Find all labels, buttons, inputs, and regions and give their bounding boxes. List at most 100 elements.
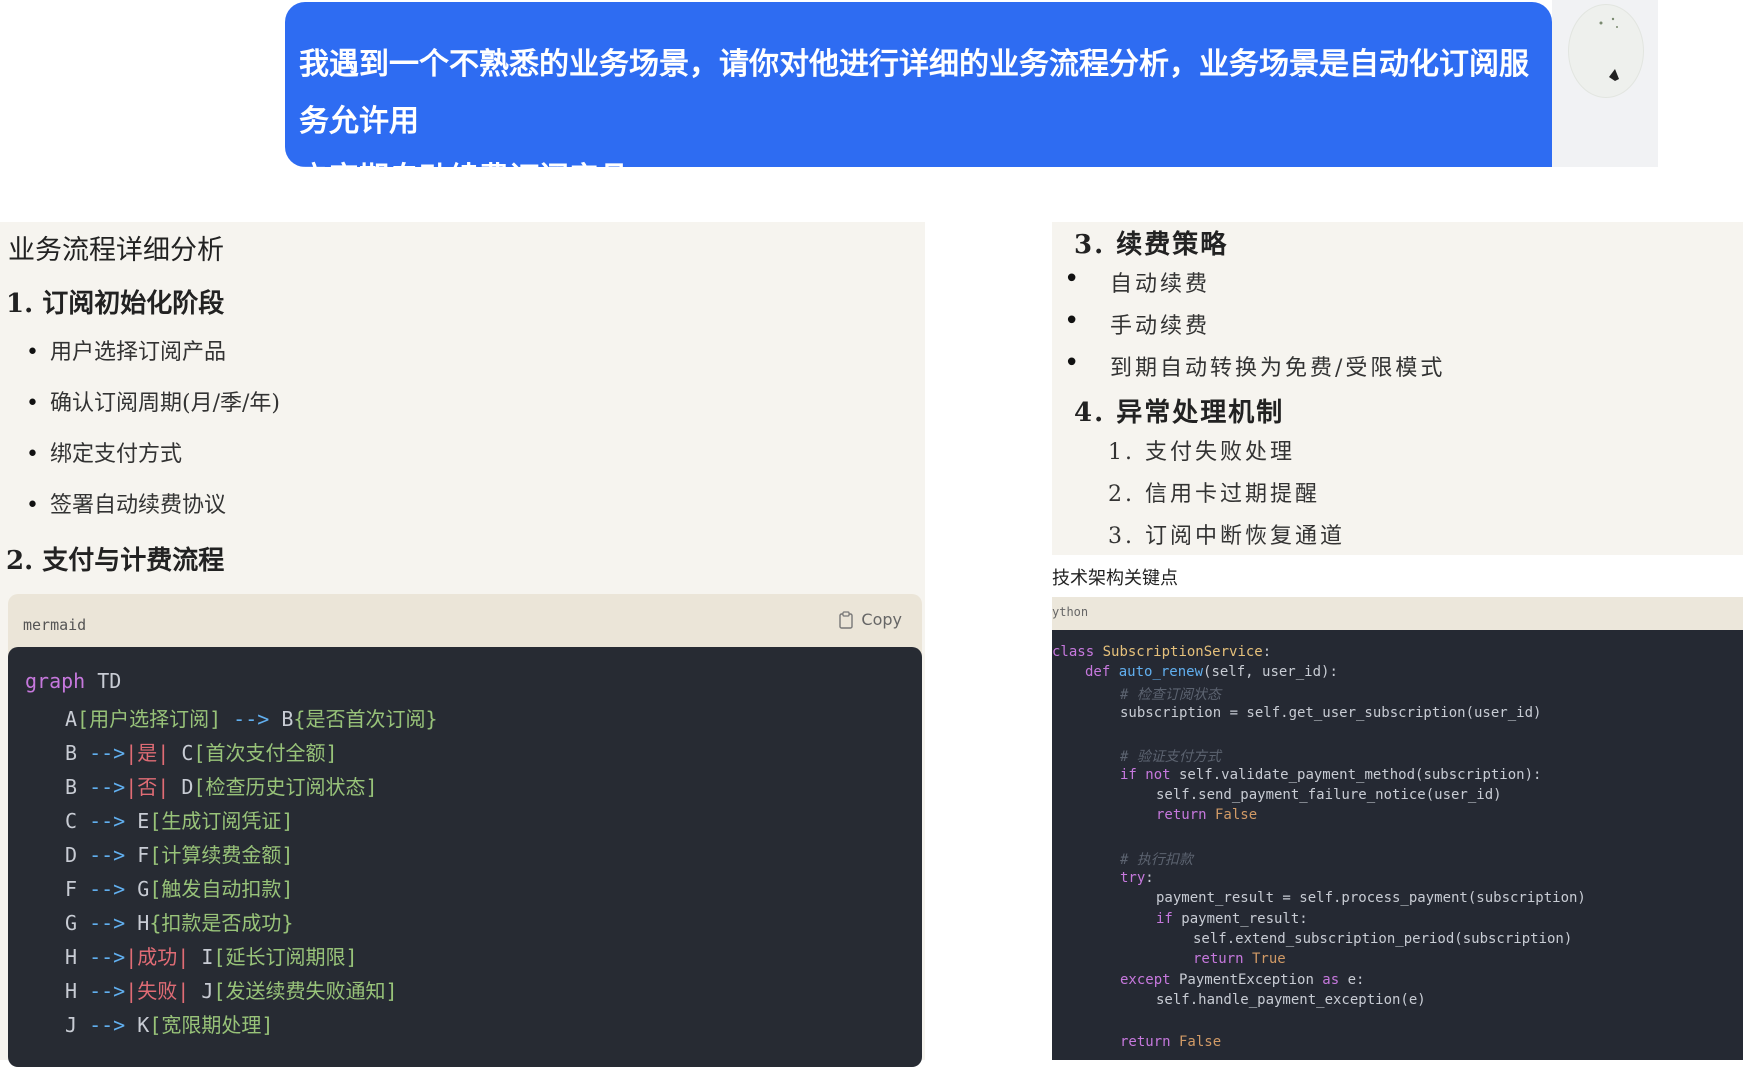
code-token-dst: I [189, 945, 214, 969]
code-token-dst-node: {扣款是否成功} [149, 911, 294, 935]
user-avatar[interactable] [1568, 4, 1644, 98]
code-line: except PaymentException as e: [1120, 972, 1365, 988]
section1-item: 确认订阅周期(月/季/年) [26, 385, 280, 417]
code-line: self.extend_subscription_period(subscrip… [1193, 931, 1573, 947]
code-comment: # 检查订阅状态 [1120, 687, 1221, 703]
section3-item: 手动续费 [1064, 306, 1210, 340]
user-message-line2: 户定期自动续费订阅产品 [299, 161, 629, 196]
code-token-src: J [65, 1013, 78, 1037]
section4-title: 4. 异常处理机制 [1074, 398, 1285, 428]
code-token-dst-node: [生成订阅凭证] [149, 809, 294, 833]
left-answer-panel: 业务流程详细分析 1. 订阅初始化阶段 用户选择订阅产品 确认订阅周期(月/季/… [0, 222, 925, 1067]
code-token-dst: D [169, 775, 194, 799]
code-token-src: G [65, 911, 78, 935]
code-line: if not self.validate_payment_method(subs… [1120, 767, 1542, 783]
code-token-arrow: --> [77, 775, 126, 799]
code-token-arrow: --> [77, 945, 126, 969]
code-token-dst: J [189, 979, 214, 1003]
code-token-dst-node: [延长订阅期限] [213, 945, 358, 969]
code-token-src: F [65, 877, 78, 901]
code-line: C --> E[生成订阅凭证] [65, 805, 293, 834]
code-direction: TD [85, 669, 122, 693]
section1-item: 签署自动续费协议 [26, 487, 226, 519]
user-message-line1: 我遇到一个不熟悉的业务场景，请你对他进行详细的业务流程分析，业务场景是自动化订阅… [299, 47, 1529, 139]
clipboard-icon [839, 610, 854, 629]
code-line: if payment_result: [1156, 911, 1308, 927]
code-token-dst: G [137, 877, 150, 901]
code-token-dst: E [137, 809, 150, 833]
code-token-dst-node: [宽限期处理] [149, 1013, 274, 1037]
tech-section-title: 技术架构关键点 [1052, 568, 1178, 589]
code-token-src-node: [用户选择订阅] [77, 707, 222, 731]
code-line-header: graph TD [25, 669, 121, 693]
code-token-arrow: --> [221, 707, 282, 731]
code-keyword: graph [25, 669, 86, 693]
code-token-src: A [65, 707, 78, 731]
user-message-bubble: 我遇到一个不熟悉的业务场景，请你对他进行详细的业务流程分析，业务场景是自动化订阅… [285, 2, 1552, 196]
code-comment: # 执行扣款 [1120, 852, 1193, 868]
code-line: self.send_payment_failure_notice(user_id… [1156, 787, 1502, 803]
code-token-dst-node: {是否首次订阅} [293, 707, 438, 731]
code-token-src: H [65, 979, 78, 1003]
section3-item: 到期自动转换为免费/受限模式 [1064, 348, 1445, 382]
doc-title: 业务流程详细分析 [8, 235, 224, 266]
right-answer-panel: 3. 续费策略 自动续费 手动续费 到期自动转换为免费/受限模式 4. 异常处理… [1052, 222, 1743, 555]
code-line: class SubscriptionService: [1052, 644, 1272, 660]
python-code-header: ython [1052, 597, 1743, 630]
python-code-block: class SubscriptionService: def auto_rene… [1052, 630, 1743, 1060]
mermaid-code-block: graph TD A[用户选择订阅] --> B{是否首次订阅} B -->|是|… [8, 647, 922, 1067]
code-token-arrow: --> [77, 911, 138, 935]
code-token-dst-node: [发送续费失败通知] [213, 979, 398, 1003]
code-line: H -->|成功| I[延长订阅期限] [65, 941, 358, 970]
code-token-src: H [65, 945, 78, 969]
code-token-arrow: --> [77, 877, 138, 901]
code-token-arrow: --> [77, 843, 138, 867]
code-token-label: |成功| [125, 945, 190, 969]
copy-label: Copy [861, 610, 902, 629]
code-line: try: [1120, 870, 1154, 886]
code-comment: # 验证支付方式 [1120, 749, 1221, 765]
section4-item: 1. 支付失败处理 [1108, 440, 1295, 465]
code-line: return True [1193, 951, 1286, 967]
code-token-label: |否| [125, 775, 170, 799]
code-line: G --> H{扣款是否成功} [65, 907, 293, 936]
code-line: F --> G[触发自动扣款] [65, 873, 293, 902]
copy-button[interactable]: Copy [839, 610, 902, 629]
code-token-dst-node: [计算续费金额] [149, 843, 294, 867]
code-token-label: |失败| [125, 979, 190, 1003]
code-line: subscription = self.get_user_subscriptio… [1120, 705, 1542, 721]
code-line: J --> K[宽限期处理] [65, 1009, 273, 1038]
code-line: self.handle_payment_exception(e) [1156, 992, 1426, 1008]
code-line: def auto_renew(self, user_id): [1085, 664, 1338, 680]
section1-title: 1. 订阅初始化阶段 [6, 289, 225, 319]
python-language-label: ython [1052, 605, 1089, 619]
avatar-image [1599, 17, 1619, 81]
code-token-arrow: --> [77, 979, 126, 1003]
code-token-dst-node: [检查历史订阅状态] [193, 775, 378, 799]
section4-item: 3. 订阅中断恢复通道 [1108, 524, 1345, 549]
code-token-src: B [65, 775, 78, 799]
code-token-src: C [65, 809, 78, 833]
avatar-panel [1552, 0, 1658, 167]
code-token-dst: F [137, 843, 150, 867]
code-token-label: |是| [125, 741, 170, 765]
code-line: payment_result = self.process_payment(su… [1156, 890, 1586, 906]
section4-item: 2. 信用卡过期提醒 [1108, 482, 1320, 507]
code-line: D --> F[计算续费金额] [65, 839, 293, 868]
code-token-dst-node: [触发自动扣款] [149, 877, 294, 901]
code-line: H -->|失败| J[发送续费失败通知] [65, 975, 398, 1004]
code-line: B -->|是| C[首次支付全额] [65, 737, 338, 766]
code-line: return False [1156, 807, 1258, 823]
section3-item: 自动续费 [1064, 264, 1210, 298]
code-language-label: mermaid [23, 616, 87, 634]
code-token-dst-node: [首次支付全额] [193, 741, 338, 765]
code-line: B -->|否| D[检查历史订阅状态] [65, 771, 378, 800]
code-token-dst: B [281, 707, 294, 731]
code-token-dst: K [137, 1013, 150, 1037]
code-token-arrow: --> [77, 741, 126, 765]
code-token-dst: H [137, 911, 150, 935]
code-line: A[用户选择订阅] --> B{是否首次订阅} [65, 703, 438, 732]
section3-title: 3. 续费策略 [1074, 230, 1229, 260]
code-token-src: B [65, 741, 78, 765]
section1-item: 绑定支付方式 [26, 436, 182, 468]
